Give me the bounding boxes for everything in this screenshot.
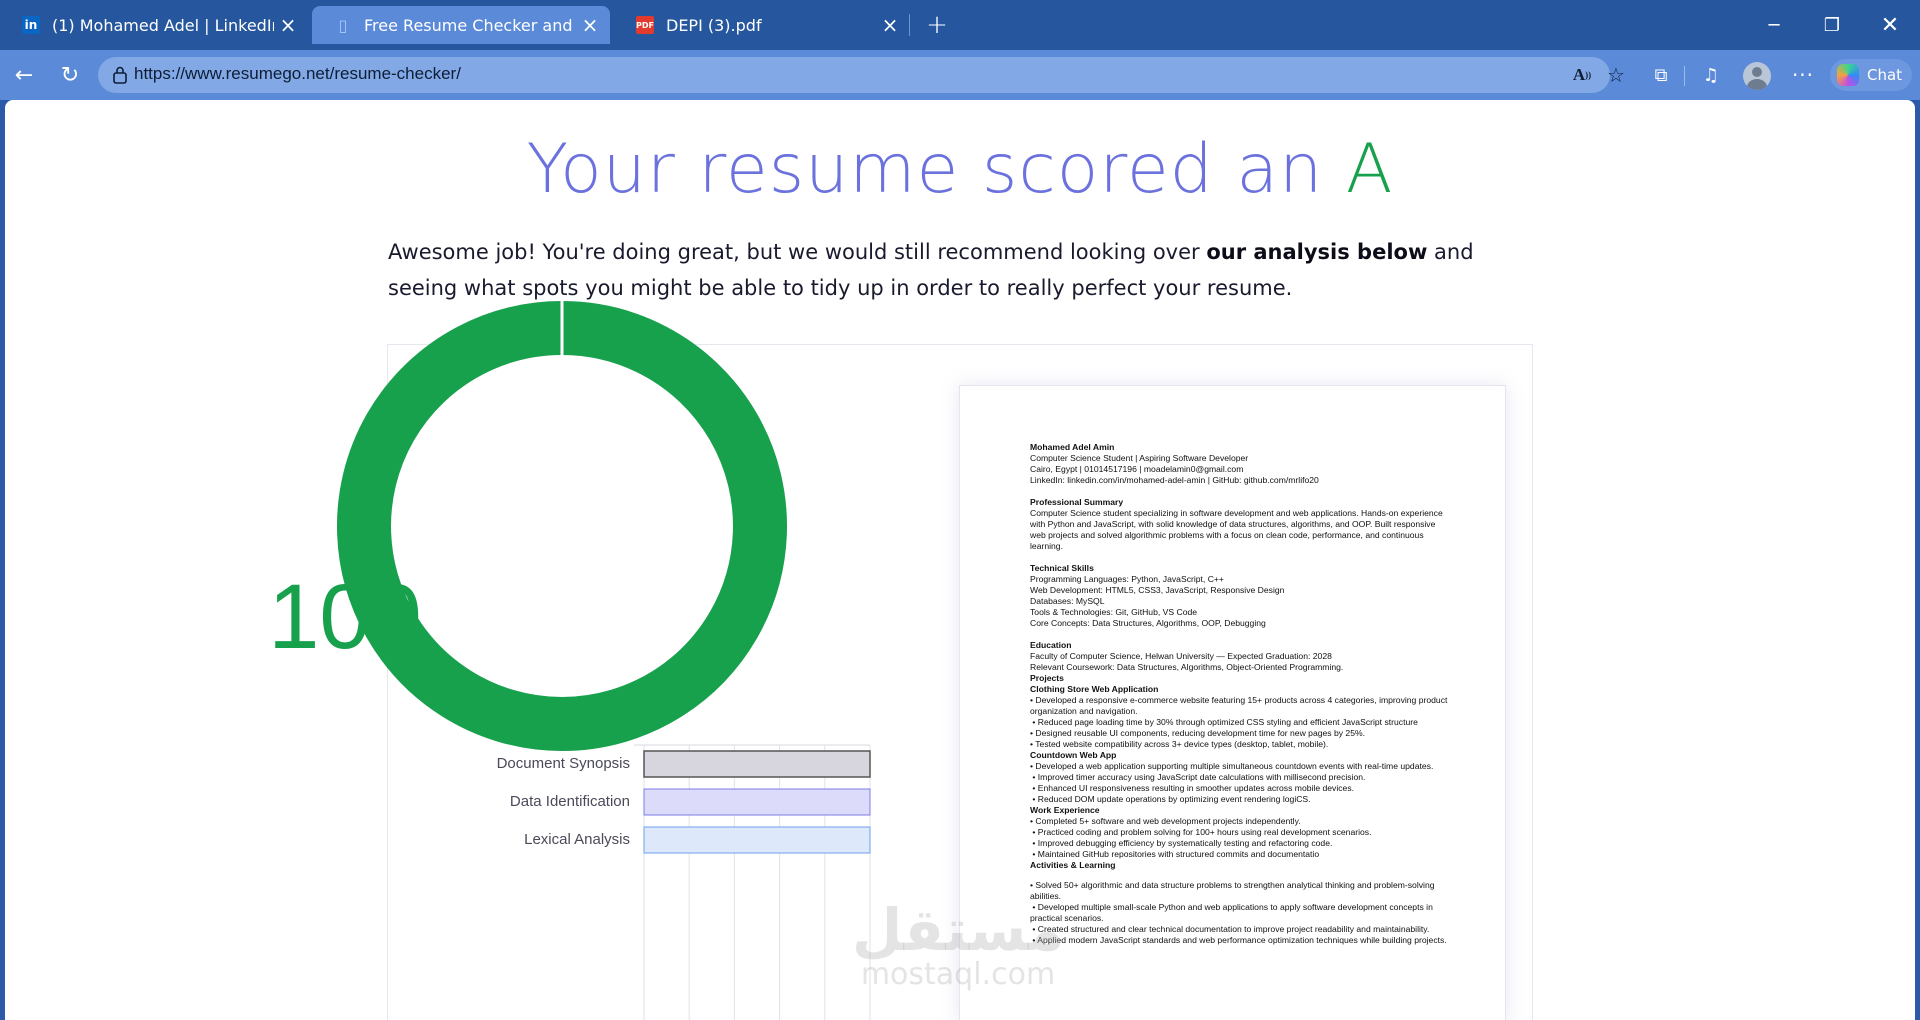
page-title: Your resume scored an A	[5, 130, 1915, 209]
more-options-icon[interactable]: ···	[1788, 60, 1818, 90]
window-close-icon[interactable]: ✕	[1866, 4, 1914, 46]
activities-bullets: • Solved 50+ algorithmic and data struct…	[1030, 880, 1450, 946]
url-path: /resume-checker/	[329, 64, 461, 83]
section-heading: Education	[1030, 640, 1072, 650]
score-value: 100	[268, 566, 422, 668]
grade-letter: A	[1345, 130, 1394, 209]
resume-line: • Improved timer accuracy using JavaScri…	[1030, 772, 1366, 782]
resume-line: • Enhanced UI responsiveness resulting i…	[1030, 783, 1355, 793]
copilot-icon	[1837, 64, 1859, 86]
project-title: Countdown Web App	[1030, 750, 1117, 760]
resume-line: • Practiced coding and problem solving f…	[1030, 827, 1372, 837]
resume-line: • Designed reusable UI components, reduc…	[1030, 728, 1366, 738]
site-info-icon[interactable]	[112, 66, 128, 84]
resume-line: • Developed a web application supporting…	[1030, 761, 1434, 771]
new-tab-icon[interactable]: +	[920, 8, 954, 42]
resume-links: LinkedIn: linkedin.com/in/mohamed-adel-a…	[1030, 475, 1319, 485]
intro-paragraph: Awesome job! You're doing great, but we …	[388, 234, 1528, 306]
section-heading: Work Experience	[1030, 805, 1100, 815]
resume-line: • Reduced DOM update operations by optim…	[1030, 794, 1311, 804]
restore-icon[interactable]: ❐	[1808, 4, 1856, 46]
tab-title: Free Resume Checker and Scanner	[364, 15, 576, 35]
toolbar-separator	[1684, 66, 1685, 86]
resume-line: Faculty of Computer Science, Helwan Univ…	[1030, 651, 1332, 661]
tab-strip: in (1) Mohamed Adel | LinkedIn × ▯ Free …	[0, 0, 1920, 50]
intro-text: Awesome job! You're doing great, but we …	[388, 240, 1207, 264]
back-arrow-icon[interactable]: ←	[8, 59, 40, 91]
work-bullets: • Completed 5+ software and web developm…	[1030, 816, 1450, 860]
project-bullets: • Developed a web application supporting…	[1030, 761, 1450, 805]
resume-line: • Maintained GitHub repositories with st…	[1030, 849, 1320, 859]
bar-label: Document Synopsis	[496, 755, 630, 772]
resume-line: • Reduced page loading time by 30% throu…	[1030, 717, 1418, 727]
read-aloud-icon[interactable]: A))	[1568, 61, 1596, 89]
skills-list: Programming Languages: Python, JavaScrip…	[1030, 574, 1450, 629]
linkedin-icon: in	[22, 16, 40, 34]
project-bullets: • Developed a responsive e-commerce webs…	[1030, 695, 1450, 750]
bar-label: Lexical Analysis	[524, 831, 630, 848]
minimize-icon[interactable]: ─	[1750, 4, 1798, 46]
url-host: www.resumego.net	[185, 64, 330, 83]
watermark-arabic: مستقل	[851, 896, 1065, 964]
project-title: Clothing Store Web Application	[1030, 684, 1159, 694]
resume-line: • Completed 5+ software and web developm…	[1030, 816, 1301, 826]
copilot-chat-button[interactable]: Chat	[1830, 59, 1912, 91]
page-viewport: Your resume scored an A Awesome job! You…	[5, 100, 1915, 1020]
profile-avatar[interactable]	[1743, 62, 1771, 90]
resume-document: Mohamed Adel Amin Computer Science Stude…	[1030, 442, 1450, 946]
resumego-icon: ▯	[338, 15, 348, 35]
close-icon[interactable]: ×	[876, 11, 904, 39]
bar-label: Data Identification	[509, 793, 630, 810]
close-icon[interactable]: ×	[576, 11, 604, 39]
section-heading: Professional Summary	[1030, 497, 1124, 507]
extensions-icon[interactable]: ⧉	[1646, 60, 1676, 90]
intro-emphasis: our analysis below	[1206, 240, 1428, 264]
tab-title: (1) Mohamed Adel | LinkedIn	[52, 15, 274, 35]
watermark-latin: mostaql.com	[860, 957, 1056, 992]
media-icon[interactable]: ♫	[1696, 60, 1726, 90]
address-bar[interactable]: https://www.resumego.net/resume-checker/…	[98, 57, 1625, 93]
close-icon[interactable]: ×	[274, 11, 302, 39]
resume-line: • Applied modern JavaScript standards an…	[1030, 935, 1447, 945]
reload-icon[interactable]: ↻	[54, 59, 86, 91]
pdf-icon: PDF	[636, 16, 654, 34]
chat-label: Chat	[1867, 66, 1903, 84]
resume-line: Databases: MySQL	[1030, 596, 1105, 606]
section-heading: Activities & Learning	[1030, 860, 1116, 870]
browser-toolbar: ← ↻ https://www.resumego.net/resume-chec…	[0, 50, 1920, 100]
resume-line: • Developed multiple small-scale Python …	[1030, 902, 1436, 923]
tab-divider	[909, 14, 910, 36]
resume-summary: Computer Science student specializing in…	[1030, 508, 1446, 551]
resume-headline: Computer Science Student | Aspiring Soft…	[1030, 453, 1249, 463]
resume-line: Tools & Technologies: Git, GitHub, VS Co…	[1030, 607, 1198, 617]
resume-name: Mohamed Adel Amin	[1030, 442, 1115, 452]
favorite-star-icon[interactable]: ☆	[1602, 61, 1630, 89]
url-scheme: https://	[134, 64, 186, 83]
resume-line: Web Development: HTML5, CSS3, JavaScript…	[1030, 585, 1285, 595]
tab-resume-checker[interactable]: ▯ Free Resume Checker and Scanner ×	[312, 6, 610, 44]
resume-line: • Developed a responsive e-commerce webs…	[1030, 695, 1450, 716]
tab-pdf[interactable]: PDF DEPI (3).pdf ×	[614, 6, 910, 44]
resume-line: • Created structured and clear technical…	[1030, 924, 1430, 934]
section-heading: Projects	[1030, 673, 1064, 683]
resume-line: • Solved 50+ algorithmic and data struct…	[1030, 880, 1437, 901]
resume-contact: Cairo, Egypt | 01014517196 | moadelamin0…	[1030, 464, 1244, 474]
resume-line: • Improved debugging efficiency by syste…	[1030, 838, 1333, 848]
resume-line: Programming Languages: Python, JavaScrip…	[1030, 574, 1224, 584]
tab-linkedin[interactable]: in (1) Mohamed Adel | LinkedIn ×	[0, 6, 308, 44]
section-heading: Technical Skills	[1030, 563, 1094, 573]
resume-line: Relevant Coursework: Data Structures, Al…	[1030, 662, 1344, 672]
address-url[interactable]: https://www.resumego.net/resume-checker/	[134, 64, 461, 84]
watermark: مستقل mostaql.com	[843, 900, 1073, 990]
resume-line: • Tested website compatibility across 3+…	[1030, 739, 1329, 749]
education-list: Faculty of Computer Science, Helwan Univ…	[1030, 651, 1450, 673]
headline-text: Your resume scored an	[526, 130, 1324, 209]
tab-title: DEPI (3).pdf	[666, 15, 762, 35]
resume-line: Core Concepts: Data Structures, Algorith…	[1030, 618, 1266, 628]
